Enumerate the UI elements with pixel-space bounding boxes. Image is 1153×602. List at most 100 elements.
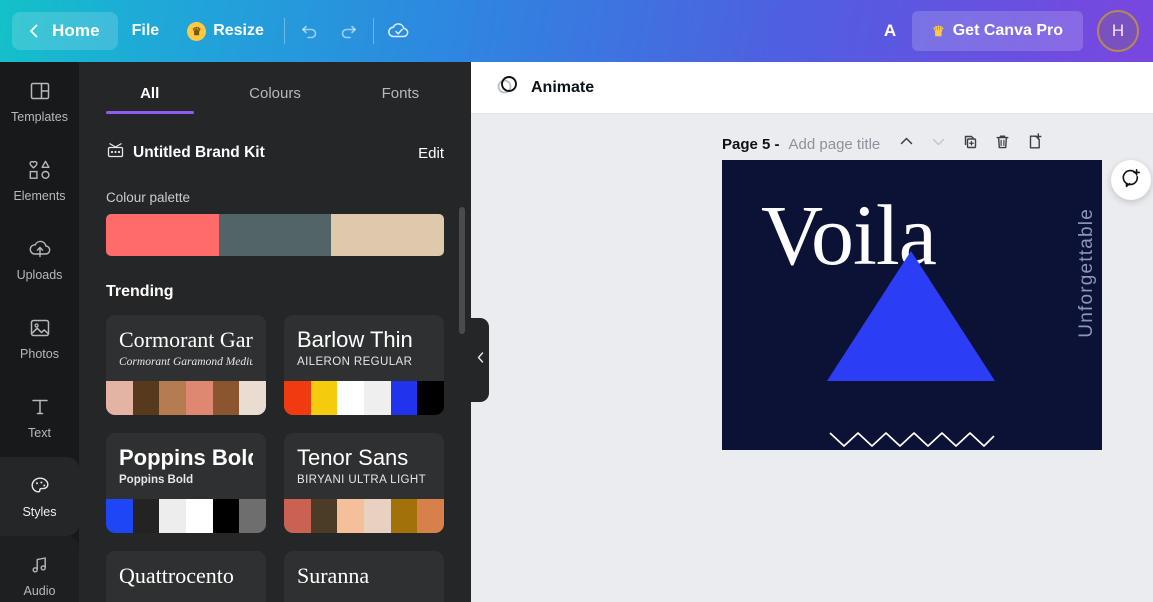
- animate-label[interactable]: Animate: [531, 79, 594, 97]
- swatch: [132, 381, 160, 415]
- styles-panel: All Colours Fonts Untitled Brand Kit Edi…: [79, 62, 471, 602]
- avatar[interactable]: H: [1097, 10, 1139, 52]
- font-style-card[interactable]: Poppins Bold Poppins Bold: [106, 433, 266, 533]
- panel-tabs: All Colours Fonts: [79, 62, 471, 114]
- home-label: Home: [52, 21, 100, 40]
- sidebar-item-styles[interactable]: Styles: [0, 457, 79, 536]
- canva-editor-window: Home File ♛ Resize A ♛ Get Canva Pro H T…: [0, 0, 1153, 602]
- brand-kit-edit-button[interactable]: Edit: [418, 145, 444, 162]
- font-style-card-grid: Cormorant Garamond Cormorant Garamond Me…: [106, 315, 444, 602]
- swatch: [212, 381, 240, 415]
- sidebar-item-label: Text: [28, 426, 51, 440]
- tab-label: All: [140, 85, 160, 102]
- collapse-panel-handle[interactable]: [471, 318, 489, 402]
- canvas-wave-lines[interactable]: [828, 429, 996, 450]
- font-card-primary: Poppins Bold: [119, 445, 253, 470]
- design-canvas[interactable]: Voila It's Good Unforgettable: [722, 160, 1102, 450]
- music-note-icon: [28, 553, 52, 577]
- swatch: [337, 499, 365, 533]
- animate-toolbar: Animate: [471, 62, 1153, 114]
- tab-fonts[interactable]: Fonts: [338, 85, 463, 114]
- file-menu[interactable]: File: [118, 14, 174, 48]
- sidebar-item-text[interactable]: Text: [0, 378, 79, 457]
- sidebar-item-audio[interactable]: Audio: [0, 536, 79, 602]
- text-tool-button[interactable]: A: [868, 13, 912, 49]
- font-style-card[interactable]: Barlow Thin AILERON REGULAR: [284, 315, 444, 415]
- text-t-icon: [28, 395, 52, 419]
- palette-swatch[interactable]: [106, 214, 219, 256]
- swatch: [417, 381, 444, 415]
- left-rail: Templates Elements Uploads Photos Text S…: [0, 62, 79, 602]
- duplicate-page-button[interactable]: [957, 131, 983, 157]
- page-title-input[interactable]: Add page title: [789, 136, 881, 153]
- swatch: [239, 499, 266, 533]
- colour-palette[interactable]: [106, 214, 444, 256]
- sidebar-item-templates[interactable]: Templates: [0, 62, 79, 141]
- save-status-button[interactable]: [380, 12, 418, 50]
- sidebar-item-photos[interactable]: Photos: [0, 299, 79, 378]
- resize-label: Resize: [213, 22, 264, 39]
- panel-scrollbar-thumb[interactable]: [459, 207, 465, 334]
- tab-label: Colours: [249, 85, 301, 102]
- page-number-label: Page 5 -: [722, 135, 780, 153]
- top-bar: Home File ♛ Resize A ♛ Get Canva Pro H: [0, 0, 1153, 62]
- crown-icon: ♛: [932, 22, 945, 39]
- sidebar-item-label: Templates: [11, 110, 68, 124]
- font-style-card[interactable]: Suranna: [284, 551, 444, 602]
- get-canva-pro-button[interactable]: ♛ Get Canva Pro: [912, 11, 1083, 51]
- font-card-secondary: AILERON REGULAR: [297, 356, 413, 369]
- font-style-card[interactable]: Cormorant Garamond Cormorant Garamond Me…: [106, 315, 266, 415]
- delete-page-button[interactable]: [989, 131, 1015, 157]
- resize-button[interactable]: ♛ Resize: [173, 14, 278, 49]
- swatch: [364, 499, 391, 533]
- swatch: [310, 499, 338, 533]
- home-button[interactable]: Home: [12, 12, 118, 50]
- font-card-secondary: BIRYANI ULTRA LIGHT: [297, 474, 427, 487]
- swatch: [212, 499, 240, 533]
- swatch: [132, 499, 160, 533]
- swatch: [390, 381, 418, 415]
- font-card-preview: Tenor Sans BIRYANI ULTRA LIGHT: [284, 433, 444, 499]
- chevron-left-icon: [475, 351, 486, 369]
- font-style-card[interactable]: Quattrocento: [106, 551, 266, 602]
- swatch: [159, 381, 187, 415]
- move-page-down-button[interactable]: [925, 131, 951, 157]
- add-page-icon: [1026, 132, 1043, 156]
- undo-icon: [299, 20, 321, 42]
- tab-all[interactable]: All: [87, 85, 212, 114]
- font-card-swatches: [106, 381, 266, 415]
- tab-label: Fonts: [381, 85, 420, 102]
- font-card-preview: Quattrocento: [106, 551, 266, 602]
- sidebar-item-label: Styles: [22, 505, 57, 519]
- canvas-triangle-shape[interactable]: [827, 251, 995, 381]
- sidebar-item-label: Elements: [13, 189, 66, 203]
- palette-swatch[interactable]: [331, 214, 444, 256]
- page-action-icons: [893, 131, 1047, 157]
- undo-button[interactable]: [291, 12, 329, 50]
- brand-kit-icon: [106, 141, 125, 165]
- sidebar-item-uploads[interactable]: Uploads: [0, 220, 79, 299]
- animate-circles-icon: [495, 73, 520, 103]
- swatch: [284, 499, 311, 533]
- cloud-check-icon: [386, 18, 412, 44]
- font-card-preview: Cormorant Garamond Cormorant Garamond Me…: [106, 315, 266, 381]
- elements-icon: [27, 158, 53, 182]
- chevron-left-icon: [26, 23, 42, 39]
- canvas-side-text[interactable]: Unforgettable: [1076, 208, 1098, 338]
- comment-button[interactable]: [1111, 160, 1151, 200]
- font-card-primary: Barlow Thin: [297, 327, 413, 352]
- palette-swatch[interactable]: [218, 214, 332, 256]
- swatch: [106, 381, 133, 415]
- sidebar-item-elements[interactable]: Elements: [0, 141, 79, 220]
- toolbar-divider: [283, 18, 285, 44]
- move-page-up-button[interactable]: [893, 131, 919, 157]
- colour-palette-label: Colour palette: [106, 190, 191, 205]
- swatch: [239, 381, 266, 415]
- font-card-secondary: Cormorant Garamond Medium: [119, 356, 253, 369]
- chevron-down-icon: [930, 133, 947, 155]
- add-page-button[interactable]: [1021, 131, 1047, 157]
- font-style-card[interactable]: Tenor Sans BIRYANI ULTRA LIGHT: [284, 433, 444, 533]
- swatch: [186, 499, 213, 533]
- tab-colours[interactable]: Colours: [212, 85, 337, 114]
- redo-button[interactable]: [329, 12, 367, 50]
